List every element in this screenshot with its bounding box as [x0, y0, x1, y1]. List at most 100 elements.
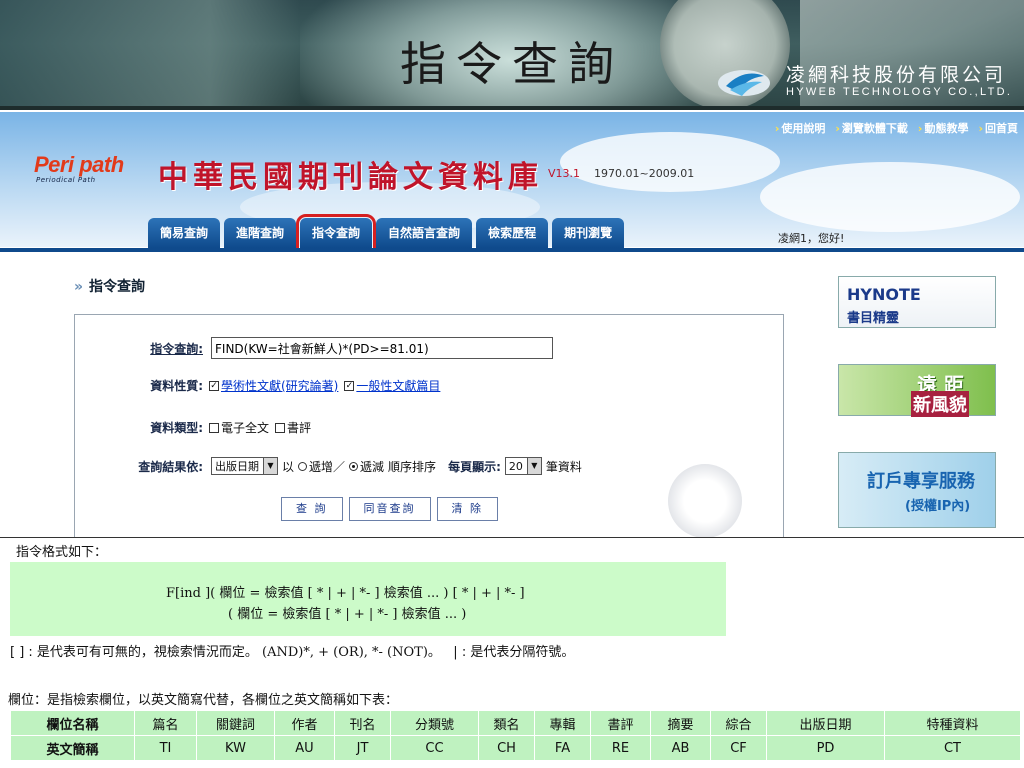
- table-cell: FA: [534, 735, 591, 761]
- sort-field-select[interactable]: 出版日期 ▼: [211, 457, 278, 475]
- table-cell: 刊名: [334, 710, 391, 736]
- banner-divider: [0, 106, 1024, 110]
- database-screenshot: › 使用說明 › 瀏覽軟體下載 › 動態教學 › 回首頁 Peri path Perio…: [0, 112, 1024, 538]
- table-cell: 出版日期: [766, 710, 885, 736]
- descending-radio[interactable]: [349, 461, 359, 471]
- periodical-path-logo[interactable]: Peri path Periodical Path: [34, 146, 150, 188]
- table-row: 英文簡稱 TI KW AU JT CC CH FA RE AB CF PD CT: [10, 735, 1021, 761]
- table-cell: CT: [884, 735, 1021, 761]
- field-abbreviation-table: 欄位名稱 篇名 關鍵詞 作者 刊名 分類號 類名 專輯 書評 摘要 綜合 出版日…: [10, 710, 1021, 761]
- tab-journal-browse[interactable]: 期刊瀏覽: [552, 218, 625, 248]
- table-cell: CH: [478, 735, 535, 761]
- command-label: 指令查詢:: [150, 341, 203, 356]
- slide-banner: 指令查詢 凌網科技股份有限公司 HYWEB TECHNOLOGY CO.,LTD…: [0, 0, 1024, 110]
- sort-row: 查詢結果依: 出版日期 ▼ 以 遞增／ 遞減 順序排序 每頁顯示: 20 ▼ 筆資料: [75, 457, 582, 475]
- table-cell: 欄位名稱: [10, 710, 135, 736]
- ascending-label: 遞增／: [309, 459, 346, 474]
- table-cell: 關鍵詞: [196, 710, 275, 736]
- tab-simple-search[interactable]: 簡易查詢: [148, 218, 221, 248]
- top-link-tutorial[interactable]: › 動態教學: [918, 120, 969, 136]
- tab-natural-language-search[interactable]: 自然語言查詢: [376, 218, 473, 248]
- top-link-home[interactable]: › 回首頁: [978, 120, 1018, 136]
- user-greeting: 凌網1，您好!: [778, 232, 845, 245]
- version-label: V13.1: [548, 167, 581, 180]
- circle-decoration: [668, 464, 742, 537]
- homophone-search-button[interactable]: 同音查詢: [348, 497, 431, 521]
- slide-title: 指令查詢: [400, 37, 624, 91]
- company-english-name: HYWEB TECHNOLOGY CO.,LTD.: [786, 86, 1013, 98]
- field-note: 欄位：是指檢索欄位，以英文簡寫代替，各欄位之英文簡稱如下表：: [8, 693, 399, 708]
- fulltext-label: 電子全文: [221, 421, 270, 435]
- cloud-decoration: [760, 162, 1020, 232]
- general-checkbox[interactable]: ✓: [344, 380, 355, 391]
- table-cell: 特種資料: [884, 710, 1021, 736]
- dropdown-arrow-icon: ▼: [526, 458, 541, 474]
- search-tabs: 簡易查詢 進階查詢 指令查詢 自然語言查詢 檢索歷程 期刊瀏覽: [148, 214, 625, 252]
- table-cell: RE: [590, 735, 651, 761]
- format-line-2: ( 欄位 = 檢索值 [ * | + | *- ] 檢索值 ... ): [228, 607, 467, 622]
- command-row: 指令查詢:: [75, 337, 553, 359]
- per-page-unit: 筆資料: [545, 459, 582, 474]
- sort-suffix: 順序排序: [388, 459, 437, 474]
- per-page-select[interactable]: 20 ▼: [504, 457, 542, 475]
- table-cell: JT: [334, 735, 391, 761]
- hynote-banner[interactable]: HYNOTE 書目精靈: [838, 276, 996, 328]
- top-links: › 使用說明 › 瀏覽軟體下載 › 動態教學 › 回首頁: [775, 120, 1018, 136]
- ascending-radio[interactable]: [298, 461, 308, 471]
- academic-link[interactable]: 學術性文獻(研究論著): [221, 377, 338, 394]
- syntax-note: [ ] : 是代表可有可無的，視檢索情況而定。 (AND)*, + (OR), …: [10, 645, 575, 660]
- table-row: 欄位名稱 篇名 關鍵詞 作者 刊名 分類號 類名 專輯 書評 摘要 綜合 出版日…: [10, 710, 1021, 736]
- fulltext-checkbox[interactable]: [209, 422, 219, 433]
- tab-advanced-search[interactable]: 進階查詢: [224, 218, 297, 248]
- review-label: 書評: [287, 421, 312, 435]
- top-link-help[interactable]: › 使用說明: [775, 120, 826, 136]
- section-title: » 指令查詢: [74, 279, 146, 295]
- table-cell: 篇名: [134, 710, 197, 736]
- academic-checkbox[interactable]: ✓: [209, 380, 219, 391]
- table-cell: AU: [274, 735, 335, 761]
- table-cell: 分類號: [390, 710, 479, 736]
- nature-label: 資料性質:: [150, 379, 203, 393]
- button-row: 查 詢 同音查詢 清 除: [281, 497, 504, 521]
- table-cell: 專輯: [534, 710, 591, 736]
- search-button[interactable]: 查 詢: [281, 497, 343, 521]
- table-cell: 作者: [274, 710, 335, 736]
- cloud-decoration: [560, 132, 780, 192]
- company-name: 凌網科技股份有限公司: [786, 64, 1007, 86]
- table-cell: CC: [390, 735, 479, 761]
- table-cell: 綜合: [710, 710, 767, 736]
- type-label: 資料類型:: [150, 421, 203, 435]
- type-row: 資料類型: 電子全文 書評: [75, 419, 311, 436]
- tab-underline: [0, 248, 1024, 252]
- sort-by-text: 以: [282, 459, 295, 474]
- tab-command-search[interactable]: 指令查詢: [296, 214, 377, 252]
- top-link-download[interactable]: › 瀏覽軟體下載: [835, 120, 908, 136]
- format-title: 指令格式如下：: [16, 545, 108, 560]
- chevron-icon: »: [74, 279, 84, 295]
- subscriber-service-banner[interactable]: 訂戶專享服務 (授權IP內): [838, 452, 996, 528]
- review-checkbox[interactable]: [275, 422, 286, 433]
- banner-decoration: [0, 0, 300, 110]
- table-cell: 類名: [478, 710, 535, 736]
- dropdown-arrow-icon: ▼: [263, 458, 277, 474]
- clear-button[interactable]: 清 除: [436, 497, 498, 521]
- table-cell: 英文簡稱: [10, 735, 135, 761]
- format-line-1: F[ind ]( 欄位 = 檢索值 [ * | + | *- ] 檢索值 ...…: [166, 586, 525, 601]
- database-title: 中華民國期刊論文資料庫: [158, 160, 543, 195]
- sort-label: 查詢結果依:: [138, 459, 203, 474]
- command-input[interactable]: [211, 337, 553, 359]
- table-cell: 書評: [590, 710, 651, 736]
- table-cell: TI: [134, 735, 197, 761]
- date-range-label: 1970.01~2009.01: [594, 167, 695, 180]
- nature-row: 資料性質: ✓ 學術性文獻(研究論著) ✓ 一般性文獻篇目: [75, 377, 440, 394]
- table-cell: KW: [196, 735, 275, 761]
- general-link[interactable]: 一般性文獻篇目: [356, 377, 440, 394]
- tab-search-history[interactable]: 檢索歷程: [476, 218, 549, 248]
- hyweb-logo-icon: [718, 70, 770, 96]
- remote-access-banner[interactable]: 遠 距 新風貌: [838, 364, 996, 417]
- table-cell: AB: [650, 735, 711, 761]
- table-cell: PD: [766, 735, 885, 761]
- table-cell: 摘要: [650, 710, 711, 736]
- descending-label: 遞減: [360, 459, 385, 474]
- table-cell: CF: [710, 735, 767, 761]
